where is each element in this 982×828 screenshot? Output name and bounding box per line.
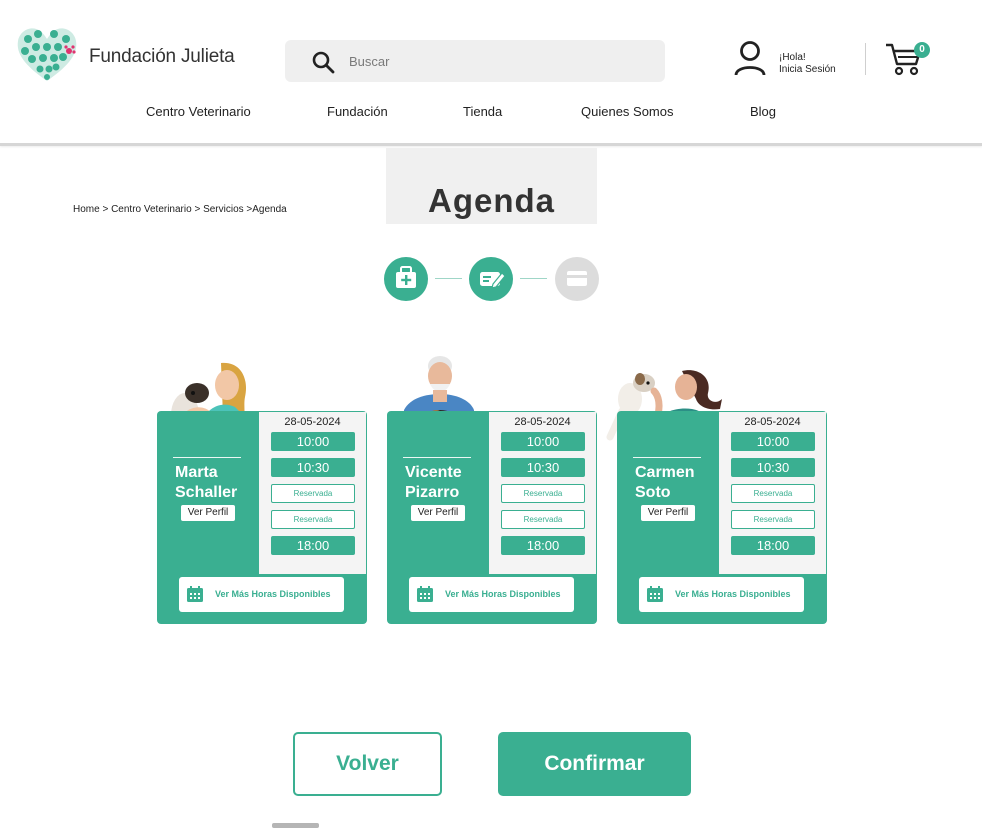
view-profile-button[interactable]: Ver Perfil	[181, 505, 235, 521]
page-title-box: Agenda	[386, 148, 597, 224]
search-input[interactable]	[349, 50, 629, 72]
header-divider	[865, 43, 866, 75]
paw-heart-logo-icon[interactable]	[16, 25, 78, 83]
breadcrumb[interactable]: Home > Centro Veterinario > Servicios >A…	[73, 204, 287, 215]
view-profile-button[interactable]: Ver Perfil	[411, 505, 465, 521]
time-slot[interactable]: 10:30	[501, 458, 585, 477]
step-service[interactable]	[384, 257, 428, 301]
reserved-slot: Reservada	[501, 484, 585, 503]
more-hours-button[interactable]: Ver Más Horas Disponibles	[639, 577, 804, 612]
step-schedule[interactable]	[469, 257, 513, 301]
time-slot[interactable]: 10:30	[731, 458, 815, 477]
login-link[interactable]: Inicia Sesión	[779, 64, 836, 75]
edit-form-icon	[480, 272, 506, 289]
step-payment[interactable]	[555, 257, 599, 301]
user-login[interactable]: ¡Hola! Inicia Sesión	[733, 40, 853, 80]
name-divider	[173, 457, 241, 458]
step-connector	[520, 278, 547, 279]
confirm-button[interactable]: Confirmar	[498, 732, 691, 796]
name-divider	[403, 457, 471, 458]
doctor-name: Carmen Soto	[635, 464, 695, 501]
slot-date: 28-05-2024	[514, 416, 571, 428]
time-slot[interactable]: 18:00	[731, 536, 815, 555]
nav-blog[interactable]: Blog	[750, 104, 776, 119]
more-hours-label: Ver Más Horas Disponibles	[445, 589, 561, 599]
search-icon[interactable]	[311, 50, 335, 74]
time-slots-panel: 28-05-2024 10:00 10:30 Reservada Reserva…	[489, 412, 596, 574]
name-divider	[633, 457, 701, 458]
scrollbar-thumb[interactable]	[272, 823, 319, 828]
more-hours-button[interactable]: Ver Más Horas Disponibles	[409, 577, 574, 612]
more-hours-label: Ver Más Horas Disponibles	[675, 589, 791, 599]
nav-quienes-somos[interactable]: Quienes Somos	[581, 104, 674, 119]
reserved-slot: Reservada	[271, 484, 355, 503]
time-slots-panel: 28-05-2024 10:00 10:30 Reservada Reserva…	[259, 412, 366, 574]
time-slot[interactable]: 10:30	[271, 458, 355, 477]
reserved-slot: Reservada	[731, 510, 815, 529]
user-icon[interactable]	[733, 40, 767, 76]
calendar-icon	[187, 586, 203, 602]
more-hours-label: Ver Más Horas Disponibles	[215, 589, 331, 599]
brand-name[interactable]: Fundación Julieta	[89, 46, 235, 68]
more-hours-button[interactable]: Ver Más Horas Disponibles	[179, 577, 344, 612]
step-connector	[435, 278, 462, 279]
site-header: Fundación Julieta ¡Hola! Inicia Sesión 0…	[0, 0, 982, 146]
view-profile-button[interactable]: Ver Perfil	[641, 505, 695, 521]
cart-count-badge: 0	[914, 42, 930, 58]
time-slot[interactable]: 18:00	[271, 536, 355, 555]
nav-centro-veterinario[interactable]: Centro Veterinario	[146, 104, 251, 119]
page-title: Agenda	[427, 182, 555, 219]
doctor-card-marta: Marta Schaller Ver Perfil 28-05-2024 10:0…	[157, 411, 367, 624]
reserved-slot: Reservada	[501, 510, 585, 529]
medical-kit-icon	[396, 266, 416, 288]
time-slot[interactable]: 18:00	[501, 536, 585, 555]
credit-card-icon	[567, 271, 587, 286]
reserved-slot: Reservada	[731, 484, 815, 503]
doctor-card-vicente: Vicente Pizarro Ver Perfil 28-05-2024 10:…	[387, 411, 597, 624]
time-slot[interactable]: 10:00	[731, 432, 815, 451]
slot-date: 28-05-2024	[284, 416, 341, 428]
time-slot[interactable]: 10:00	[501, 432, 585, 451]
time-slot[interactable]: 10:00	[271, 432, 355, 451]
calendar-icon	[417, 586, 433, 602]
calendar-icon	[647, 586, 663, 602]
back-button[interactable]: Volver	[293, 732, 442, 796]
reserved-slot: Reservada	[271, 510, 355, 529]
doctor-card-carmen: Carmen Soto Ver Perfil 28-05-2024 10:00 1…	[617, 411, 827, 624]
time-slots-panel: 28-05-2024 10:00 10:30 Reservada Reserva…	[719, 412, 826, 574]
slot-date: 28-05-2024	[744, 416, 801, 428]
doctor-name: Vicente Pizarro	[405, 464, 462, 501]
nav-tienda[interactable]: Tienda	[463, 104, 502, 119]
search-bar[interactable]	[285, 40, 665, 82]
doctor-name: Marta Schaller	[175, 464, 238, 501]
user-greeting: ¡Hola!	[779, 52, 806, 63]
nav-fundacion[interactable]: Fundación	[327, 104, 388, 119]
